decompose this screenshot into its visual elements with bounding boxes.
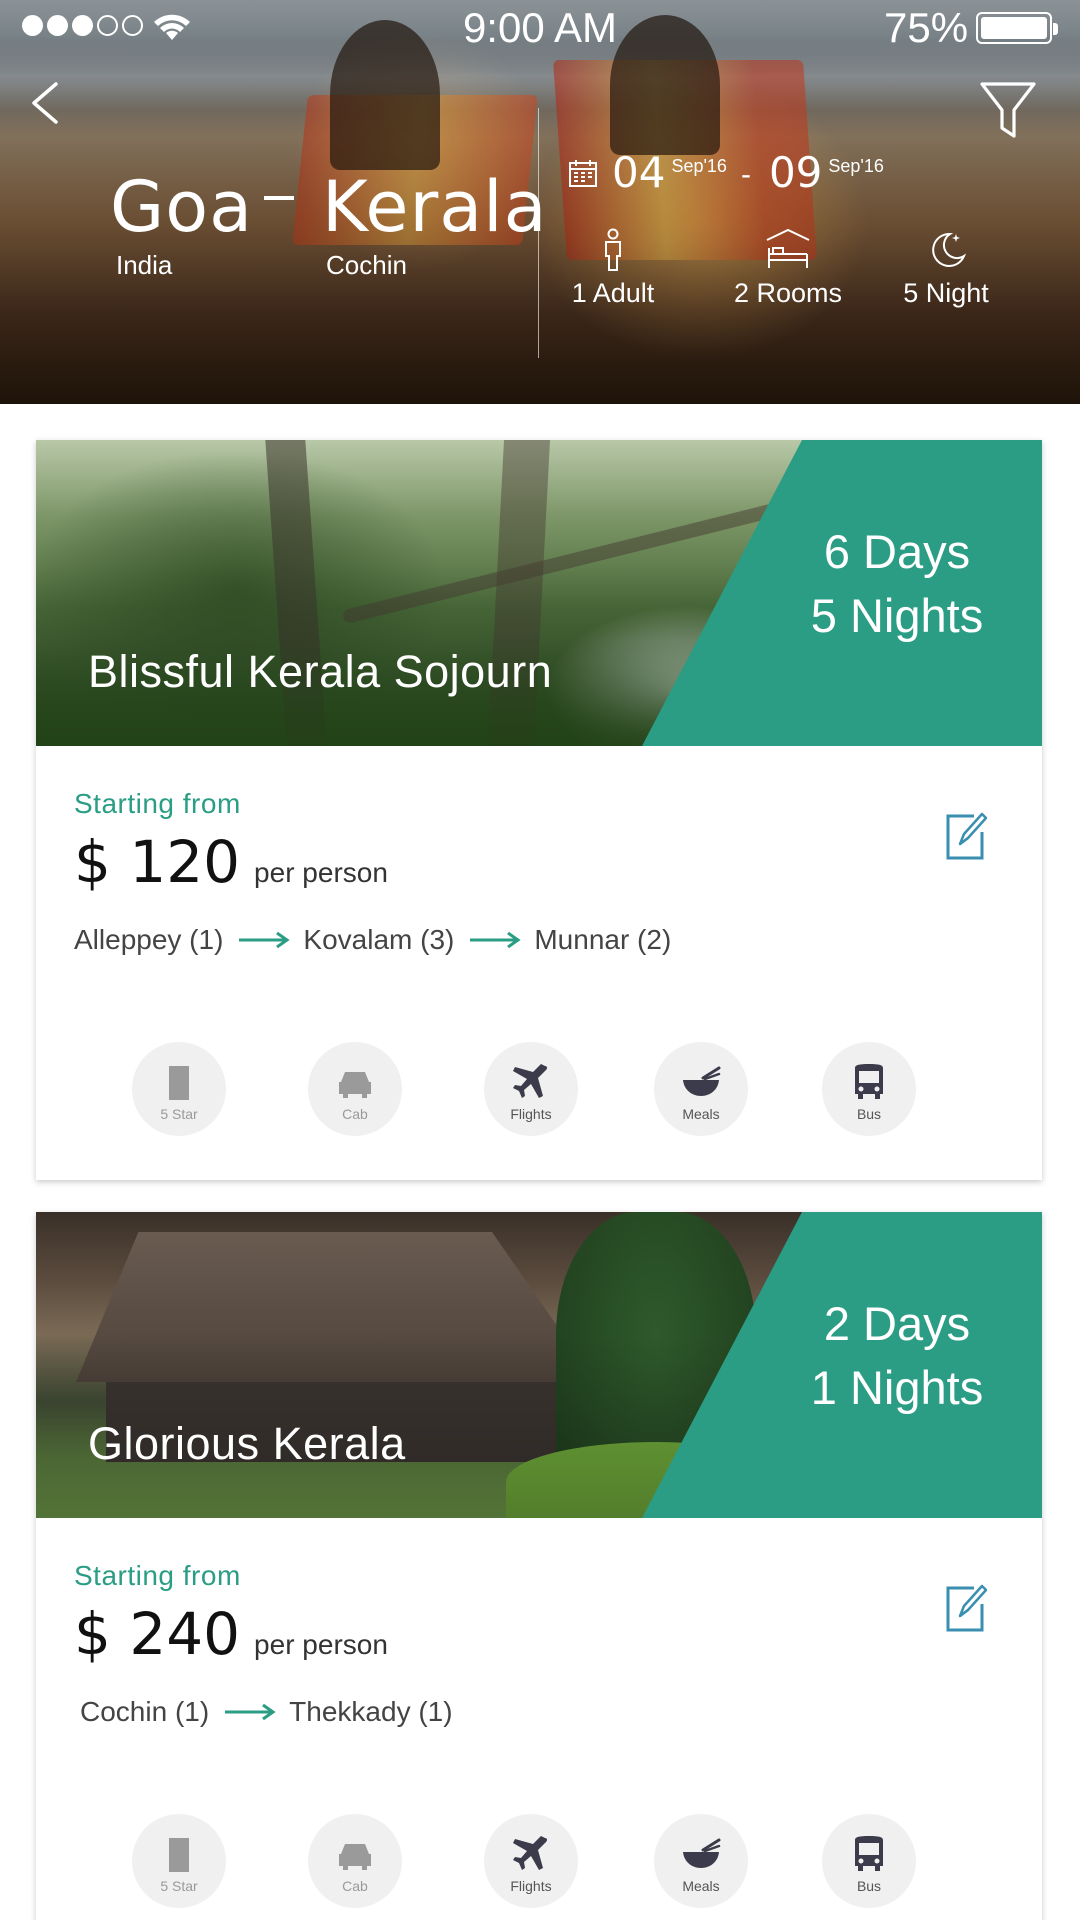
amenity-meals: Meals <box>654 1042 748 1136</box>
bowl-icon <box>683 1066 721 1096</box>
amenity-cab: Cab <box>308 1042 402 1136</box>
plane-icon <box>513 1064 548 1098</box>
package-nights: 5 Nights <box>810 589 984 642</box>
amenity-label: Cab <box>342 1878 368 1894</box>
check-out-month: Sep'16 <box>828 156 884 176</box>
package-title: Glorious Kerala <box>88 1418 406 1469</box>
package-card[interactable]: 2 Days 1 Nights Glorious Kerala Starting… <box>36 1212 1042 1920</box>
bus-icon <box>855 1836 883 1871</box>
room-count[interactable]: 2 Rooms <box>728 226 848 309</box>
status-bar: 9:00 AM 75% <box>0 0 1080 52</box>
package-details: Starting from $ 120 per person Alleppey … <box>36 746 1042 1180</box>
origin-city: Goa <box>110 166 253 248</box>
package-price: $ 240 <box>74 1600 241 1668</box>
check-out-day: 09 <box>768 148 823 197</box>
amenity-bus: Bus <box>822 1042 916 1136</box>
package-days: 2 Days <box>823 1297 971 1350</box>
amenity-label: Cab <box>342 1106 368 1122</box>
starting-from-label: Starting from <box>74 1560 241 1591</box>
package-nights: 1 Nights <box>810 1361 984 1414</box>
header-divider <box>538 108 539 358</box>
amenity-flights: Flights <box>484 1814 578 1908</box>
amenity-5-star: 5 Star <box>132 1814 226 1908</box>
check-in-day: 04 <box>612 148 666 197</box>
package-duration: 6 Days 5 Nights <box>752 440 1042 746</box>
night-count[interactable]: 5 Night <box>894 228 998 309</box>
price-unit: per person <box>254 1629 388 1660</box>
guest-count-label: 1 Adult <box>571 278 655 308</box>
car-icon <box>339 1844 371 1870</box>
bed-icon <box>766 228 810 268</box>
amenity-label: Flights <box>510 1878 552 1894</box>
amenity-bus: Bus <box>822 1814 916 1908</box>
route-stop: Thekkady (1) <box>289 1696 453 1727</box>
package-details: Starting from $ 240 per person Cochin (1… <box>36 1518 1042 1920</box>
package-card[interactable]: 6 Days 5 Nights Blissful Kerala Sojourn … <box>36 440 1042 1180</box>
edit-icon[interactable] <box>944 810 988 862</box>
building-icon <box>169 1838 189 1872</box>
amenity-5-star: 5 Star <box>132 1042 226 1136</box>
price-row: $ 120 per person <box>74 828 1042 896</box>
package-title: Blissful Kerala Sojourn <box>88 646 553 697</box>
origin-destination[interactable]: Goa India <box>110 172 253 281</box>
person-icon <box>605 228 621 271</box>
itinerary-route: Alleppey (1) Kovalam (3) Munnar (2) <box>74 924 671 956</box>
origin-country: India <box>116 250 173 280</box>
date-separator: - <box>740 158 751 191</box>
amenity-flights: Flights <box>484 1042 578 1136</box>
arrow-right-icon <box>225 1703 276 1721</box>
amenity-label: Flights <box>510 1106 552 1122</box>
search-summary-header: 9:00 AM 75% Goa India Kerala Cochin 04 S… <box>0 0 1080 404</box>
route-stop: Kovalam (3) <box>303 924 455 955</box>
package-days: 6 Days <box>823 525 971 578</box>
amenity-list: 5 Star Cab Flights Meals Bus <box>132 1814 916 1908</box>
arrow-right-icon <box>239 931 291 949</box>
amenity-meals: Meals <box>654 1814 748 1908</box>
check-in-month: Sep'16 <box>671 156 727 176</box>
itinerary-route: Cochin (1) Thekkady (1) <box>80 1696 453 1728</box>
route-stop: Munnar (2) <box>534 924 672 955</box>
room-count-label: 2 Rooms <box>733 278 843 308</box>
amenity-label: Bus <box>856 1878 882 1894</box>
amenity-label: Bus <box>856 1106 882 1122</box>
target-region: Cochin <box>326 250 407 280</box>
calendar-icon <box>569 160 597 187</box>
amenity-label: 5 Star <box>160 1878 198 1894</box>
battery-icon <box>976 12 1058 44</box>
package-image: 6 Days 5 Nights Blissful Kerala Sojourn <box>36 440 1042 746</box>
destination-separator <box>264 196 294 200</box>
date-range[interactable]: 04 Sep'16 - 09 Sep'16 <box>568 148 884 197</box>
package-price: $ 120 <box>74 828 241 896</box>
price-unit: per person <box>254 857 388 888</box>
price-row: $ 240 per person <box>74 1600 1042 1668</box>
car-icon <box>339 1072 371 1098</box>
plane-icon <box>513 1836 548 1870</box>
route-stop: Alleppey (1) <box>74 924 224 955</box>
edit-icon[interactable] <box>944 1582 988 1634</box>
package-duration: 2 Days 1 Nights <box>752 1212 1042 1518</box>
target-city: Kerala <box>322 166 548 248</box>
back-button[interactable] <box>26 78 66 128</box>
bowl-icon <box>683 1838 721 1868</box>
moon-icon <box>932 232 967 267</box>
target-destination[interactable]: Kerala Cochin <box>322 172 548 281</box>
arrow-right-icon <box>470 931 521 949</box>
building-icon <box>169 1066 189 1100</box>
amenity-cab: Cab <box>308 1814 402 1908</box>
filter-button[interactable] <box>978 78 1038 140</box>
amenity-label: Meals <box>682 1106 720 1122</box>
route-stop: Cochin (1) <box>80 1696 210 1727</box>
battery-percent: 75% <box>884 4 969 51</box>
amenity-label: Meals <box>682 1878 720 1894</box>
bus-icon <box>855 1064 883 1099</box>
amenity-label: 5 Star <box>160 1106 198 1122</box>
amenity-list: 5 Star Cab Flights Meals Bus <box>132 1042 916 1136</box>
package-image: 2 Days 1 Nights Glorious Kerala <box>36 1212 1042 1518</box>
night-count-label: 5 Night <box>903 278 989 308</box>
guest-count[interactable]: 1 Adult <box>562 228 664 309</box>
starting-from-label: Starting from <box>74 788 241 819</box>
